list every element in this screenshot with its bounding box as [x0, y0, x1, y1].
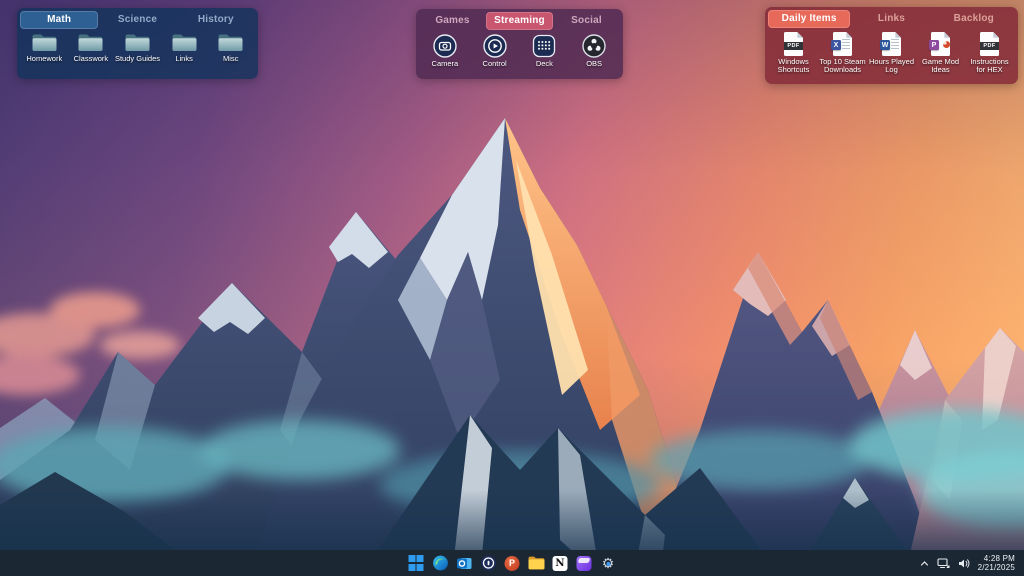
fence-school-tabs: Math Science History — [17, 8, 258, 29]
desktop-folder-misc[interactable]: Misc — [207, 33, 254, 63]
folder-icon — [77, 33, 104, 53]
camera-icon — [433, 34, 457, 58]
file-hours-played-log[interactable]: W Hours Played Log — [868, 32, 915, 74]
shortcut-label: OBS — [586, 60, 602, 68]
pdf-badge: PDF — [784, 42, 803, 50]
pie-chart-glyph — [943, 41, 950, 48]
folder-label: Misc — [223, 55, 238, 63]
desktop-folder-classwork[interactable]: Classwork — [68, 33, 115, 63]
taskbar-clock[interactable]: 4:28 PM 2/21/2025 — [978, 554, 1015, 573]
file-label: Game Mod Ideas — [917, 58, 964, 74]
pdf-file-icon: PDF — [784, 32, 803, 56]
file-label: Windows Shortcuts — [770, 58, 817, 74]
notion-button[interactable]: N — [552, 555, 569, 572]
start-button[interactable] — [408, 555, 425, 572]
shortcut-obs[interactable]: OBS — [571, 34, 618, 68]
file-explorer-icon — [528, 556, 545, 570]
fence-daily-tabs: Daily Items Links Backlog — [765, 7, 1018, 28]
excel-badge: X — [831, 40, 841, 50]
tab-math[interactable]: Math — [20, 11, 98, 29]
fence-streaming-tabs: Games Streaming Social — [416, 9, 623, 30]
fence-school: Math Science History Homework Classwork — [17, 8, 258, 79]
desktop: Math Science History Homework Classwork — [0, 0, 1024, 576]
folder-label: Study Guides — [115, 55, 160, 63]
powerpoint-file-icon: P — [931, 32, 950, 56]
mountain-sunset-wallpaper — [0, 0, 1024, 576]
pdf-badge: PDF — [980, 42, 999, 50]
tab-science[interactable]: Science — [98, 11, 176, 29]
network-icon[interactable] — [937, 558, 950, 569]
fence-daily: Daily Items Links Backlog PDF Windows Sh… — [765, 7, 1018, 84]
file-top10-steam-downloads[interactable]: X Top 10 Steam Downloads — [819, 32, 866, 74]
clipchamp-icon — [577, 556, 592, 571]
desktop-folder-study-guides[interactable]: Study Guides — [114, 33, 161, 63]
folder-icon — [124, 33, 151, 53]
system-tray: 4:28 PM 2/21/2025 — [920, 554, 1024, 573]
shortcut-label: Deck — [536, 60, 553, 68]
clock-date: 2/21/2025 — [978, 563, 1015, 573]
gear-icon: ⚙ — [602, 555, 615, 572]
word-badge: W — [880, 40, 890, 50]
outlook-icon — [456, 556, 472, 571]
file-label: Instructions for HEX — [966, 58, 1013, 74]
tab-streaming[interactable]: Streaming — [486, 12, 553, 30]
tab-links[interactable]: Links — [850, 10, 932, 28]
shortcut-control[interactable]: Control — [471, 34, 518, 68]
shortcut-label: Control — [483, 60, 507, 68]
clock-time: 4:28 PM — [984, 554, 1015, 564]
powerpoint-icon: P — [505, 556, 520, 571]
desktop-folder-links[interactable]: Links — [161, 33, 208, 63]
edge-browser-button[interactable] — [432, 555, 449, 572]
edge-icon — [432, 555, 448, 571]
folder-icon — [31, 33, 58, 53]
volume-icon[interactable] — [958, 558, 970, 569]
tab-history[interactable]: History — [177, 11, 255, 29]
word-file-icon: W — [882, 32, 901, 56]
control-center-icon — [483, 34, 507, 58]
file-game-mod-ideas[interactable]: P Game Mod Ideas — [917, 32, 964, 74]
tab-social[interactable]: Social — [553, 12, 620, 30]
excel-file-icon: X — [833, 32, 852, 56]
wallpaper-mountains — [0, 0, 1024, 576]
powerpoint-button[interactable]: P — [504, 555, 521, 572]
tab-daily-items[interactable]: Daily Items — [768, 10, 850, 28]
outlook-button[interactable] — [456, 555, 473, 572]
shortcut-label: Camera — [432, 60, 459, 68]
file-label: Top 10 Steam Downloads — [819, 58, 866, 74]
file-label: Hours Played Log — [868, 58, 915, 74]
obs-icon — [582, 34, 606, 58]
tab-backlog[interactable]: Backlog — [933, 10, 1015, 28]
stream-deck-icon — [532, 34, 556, 58]
shortcut-deck[interactable]: Deck — [521, 34, 568, 68]
file-windows-shortcuts[interactable]: PDF Windows Shortcuts — [770, 32, 817, 74]
tray-chevron-up-icon[interactable] — [920, 559, 929, 568]
windows-logo-icon — [408, 555, 424, 571]
folder-label: Classwork — [74, 55, 109, 63]
taskbar: P N ⚙ — [0, 550, 1024, 576]
tab-games[interactable]: Games — [419, 12, 486, 30]
settings-button[interactable]: ⚙ — [600, 555, 617, 572]
clipchamp-button[interactable] — [576, 555, 593, 572]
folder-label: Links — [175, 55, 193, 63]
shortcut-camera[interactable]: Camera — [421, 34, 468, 68]
folder-icon — [171, 33, 198, 53]
notion-icon: N — [553, 556, 568, 571]
folder-icon — [217, 33, 244, 53]
folder-label: Homework — [26, 55, 62, 63]
1password-icon — [480, 555, 496, 571]
pdf-file-icon: PDF — [980, 32, 999, 56]
onepassword-button[interactable] — [480, 555, 497, 572]
file-instructions-for-hex[interactable]: PDF Instructions for HEX — [966, 32, 1013, 74]
file-explorer-button[interactable] — [528, 555, 545, 572]
desktop-folder-homework[interactable]: Homework — [21, 33, 68, 63]
taskbar-pinned-icons: P N ⚙ — [408, 550, 617, 576]
fence-streaming: Games Streaming Social Camera Control — [416, 9, 623, 79]
powerpoint-badge: P — [929, 40, 939, 50]
